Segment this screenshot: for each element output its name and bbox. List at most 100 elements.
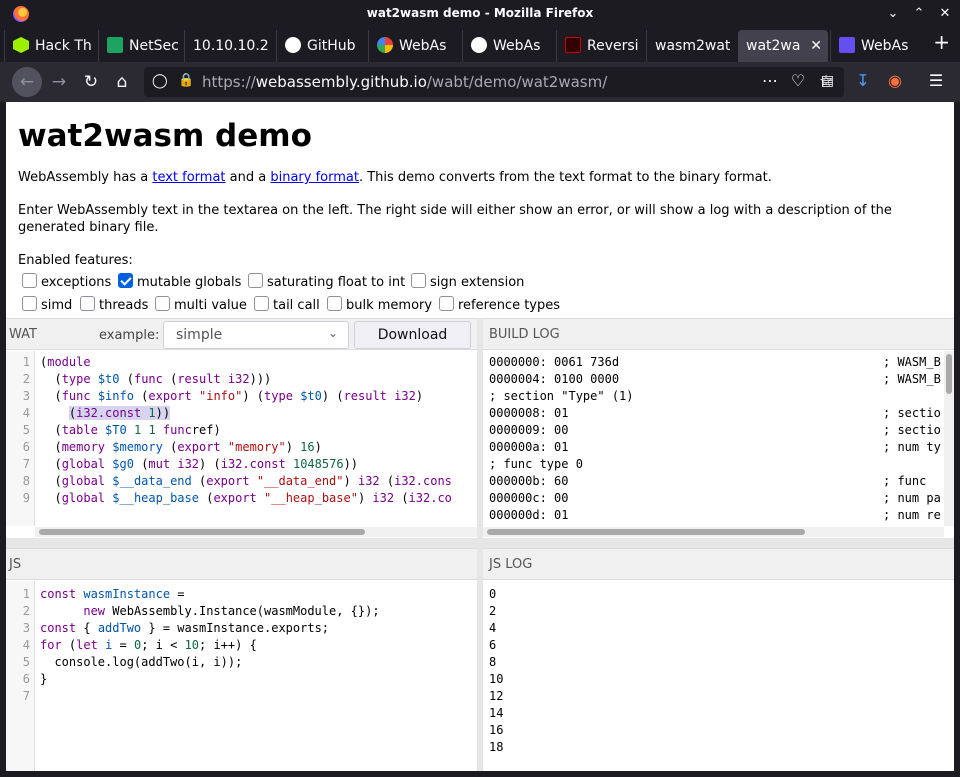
download-icon[interactable]: ↧ xyxy=(852,71,874,90)
feature-tail-call[interactable]: tail call xyxy=(254,296,320,313)
js-editor[interactable]: 1 2 3 4 5 6 7 const wasmInstance = new W… xyxy=(6,581,477,771)
js-log-row: 4 xyxy=(489,621,497,635)
new-tab-icon[interactable]: + xyxy=(933,30,950,54)
sign-extension-checkbox[interactable] xyxy=(411,273,426,288)
reference-types-checkbox[interactable] xyxy=(439,296,454,311)
feature-multi-value[interactable]: multi value xyxy=(155,296,247,313)
simd-checkbox[interactable] xyxy=(22,296,37,311)
wat-line: (type $t0 (func (result i32))) xyxy=(40,372,272,386)
feature-exceptions[interactable]: exceptions xyxy=(22,273,111,290)
build-log-comment: ; num ty xyxy=(883,440,941,454)
js-log-row: 14 xyxy=(489,706,504,720)
tab-reversing[interactable]: Reversi xyxy=(556,30,646,62)
close-window-icon[interactable]: ✕ xyxy=(936,5,954,23)
feature-mutable-globals[interactable]: mutable globals xyxy=(118,273,241,290)
build-log-output: 0000000: 0061 736d ; WASM_B 0000004: 0100 … xyxy=(483,351,944,526)
instructions-paragraph: Enter WebAssembly text in the textarea o… xyxy=(18,203,892,235)
js-log-title: JS LOG xyxy=(489,557,533,572)
horizontal-splitter[interactable] xyxy=(6,538,954,548)
lock-icon[interactable]: 🔒 xyxy=(178,73,194,88)
url-text[interactable]: https://webassembly.github.io/wabt/demo/… xyxy=(202,73,607,91)
menu-icon[interactable]: ☰ xyxy=(925,71,947,90)
tab-strip: Hack Th NetSec 10.10.10.2 GitHub WebAs W… xyxy=(0,28,960,62)
wat-editor[interactable]: 1 2 3 4 5 6 7 8 9 (module (type $t0 (fun… xyxy=(6,351,477,526)
build-log-row: 000000d: 01 xyxy=(489,508,569,522)
threads-checkbox[interactable] xyxy=(80,296,95,311)
exceptions-checkbox[interactable] xyxy=(22,273,37,288)
tab-webassembly[interactable]: WebAs xyxy=(830,30,918,62)
tab-github[interactable]: GitHub xyxy=(276,30,368,62)
pocket-icon[interactable]: ♡ xyxy=(787,71,809,90)
tab-hackthebox[interactable]: Hack Th xyxy=(4,30,98,62)
more-actions-icon[interactable]: ⋯ xyxy=(759,71,781,90)
build-log-row: 000000b: 60 xyxy=(489,474,569,488)
feature-threads[interactable]: threads xyxy=(80,296,148,313)
js-log-output: 0 2 4 6 8 10 12 14 16 18 xyxy=(483,581,954,771)
github-icon xyxy=(285,37,301,53)
build-log-row: 0000009: 00 xyxy=(489,423,569,437)
intro-paragraph: WebAssembly has a text format and a bina… xyxy=(18,170,772,185)
tab-wasm2wat[interactable]: wasm2wat xyxy=(646,30,738,62)
tab-ip-address[interactable]: 10.10.10.2 xyxy=(184,30,276,62)
url-bar[interactable]: ◯ 🔒 https://webassembly.github.io/wabt/d… xyxy=(144,67,844,97)
google-icon xyxy=(377,37,393,53)
build-log-row: 000000c: 00 xyxy=(489,491,569,505)
wat-line: (global $__heap_base (export "__heap_bas… xyxy=(40,491,452,505)
build-log-vertical-scrollbar[interactable] xyxy=(944,351,954,526)
feature-saturating-float[interactable]: saturating float to int xyxy=(248,273,405,290)
tab-webassembly-ghost[interactable]: WebAs xyxy=(462,30,556,62)
home-icon[interactable]: ⌂ xyxy=(111,71,133,93)
build-log-horizontal-scrollbar[interactable] xyxy=(483,527,944,537)
js-line: for (let i = 0; i < 10; i++) { xyxy=(40,638,257,652)
build-log-comment: ; WASM_B xyxy=(883,355,941,369)
build-log-comment: ; num pa xyxy=(883,491,941,505)
text-format-link[interactable]: text format xyxy=(152,170,225,185)
tail-call-checkbox[interactable] xyxy=(254,296,269,311)
ghost-icon xyxy=(471,37,487,53)
binary-format-link[interactable]: binary format xyxy=(270,170,359,185)
wat-panel-title: WAT xyxy=(9,327,37,342)
maximize-icon[interactable]: ⌃ xyxy=(910,5,928,23)
minimize-icon[interactable]: ⌄ xyxy=(884,5,902,23)
feature-reference-types[interactable]: reference types xyxy=(439,296,560,313)
close-tab-icon[interactable]: ✕ xyxy=(810,30,822,62)
wat-line: (memory $memory (export "memory") 16) xyxy=(40,440,322,454)
js-log-row: 18 xyxy=(489,740,504,754)
tab-netsec[interactable]: NetSec xyxy=(98,30,184,62)
build-log-row: 000000a: 01 xyxy=(489,440,569,454)
bulk-memory-checkbox[interactable] xyxy=(327,296,342,311)
js-log-header: JS LOG xyxy=(483,548,954,580)
reload-icon[interactable]: ↻ xyxy=(80,71,102,93)
bookmark-star-icon[interactable]: ☆ xyxy=(815,71,837,90)
feature-sign-extension[interactable]: sign extension xyxy=(411,273,524,290)
js-log-row: 10 xyxy=(489,672,504,686)
saturating-float-checkbox[interactable] xyxy=(248,273,263,288)
wat-horizontal-scrollbar[interactable] xyxy=(35,527,477,537)
extension-icon[interactable]: ◉ xyxy=(884,71,906,90)
multi-value-checkbox[interactable] xyxy=(155,296,170,311)
build-log-row: 0000004: 0100 0000 xyxy=(489,372,620,386)
build-log-comment: ; sectio xyxy=(883,423,941,437)
shield-icon[interactable]: ◯ xyxy=(152,73,168,89)
wat-line: (module xyxy=(40,355,91,369)
build-log-row: ; section "Type" (1) xyxy=(489,389,634,403)
build-log-title: BUILD LOG xyxy=(489,327,560,342)
features-label: Enabled features: xyxy=(18,253,133,268)
tab-wat2wasm[interactable]: wat2wa ✕ xyxy=(738,30,828,62)
mutable-globals-checkbox[interactable] xyxy=(118,273,133,288)
webassembly-icon xyxy=(839,37,855,53)
forward-icon[interactable]: → xyxy=(48,71,70,93)
js-log-row: 8 xyxy=(489,655,497,669)
build-log-header: BUILD LOG xyxy=(483,318,954,350)
wat-panel-header: WAT example: simple ⌄ Download xyxy=(6,318,477,350)
wat-line: (func $info (export "info") (type $t0) (… xyxy=(40,389,424,403)
feature-simd[interactable]: simd xyxy=(22,296,72,313)
build-log-row: ; func type 0 xyxy=(489,457,583,471)
back-icon[interactable]: ← xyxy=(12,67,42,97)
example-select[interactable]: simple ⌄ xyxy=(163,321,349,349)
wat-line: (global $__data_end (export "__data_end"… xyxy=(40,474,452,488)
tab-webassembly-google[interactable]: WebAs xyxy=(368,30,462,62)
download-button[interactable]: Download xyxy=(354,321,471,349)
js-line: console.log(addTwo(i, i)); xyxy=(40,655,243,669)
feature-bulk-memory[interactable]: bulk memory xyxy=(327,296,432,313)
